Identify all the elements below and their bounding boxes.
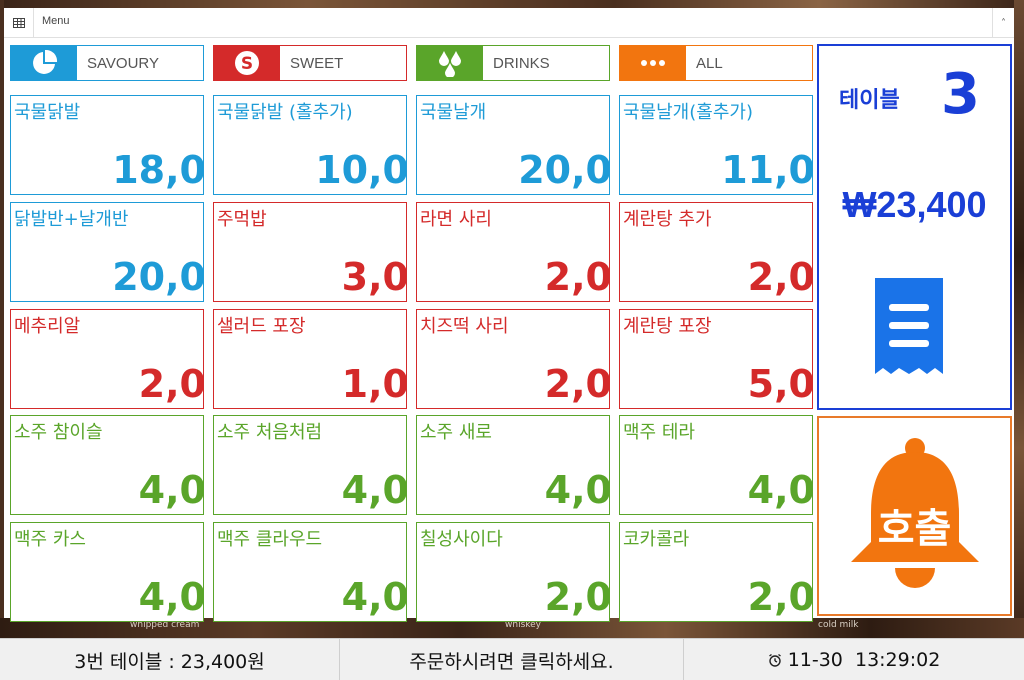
alarm-clock-icon [768, 653, 782, 667]
menu-item-tile[interactable]: 칠성사이다 2,0 [416, 522, 610, 622]
menu-item-name: 국물날개 [420, 102, 487, 123]
menu-item-tile[interactable]: 맥주 카스 4,0 [10, 522, 204, 622]
tab-label: SWEET [290, 54, 344, 72]
menu-item-price: 10,0 [315, 148, 407, 192]
menu-item-tile[interactable]: 닭발반+날개반 20,0 [10, 202, 204, 302]
droplets-icon [417, 46, 483, 80]
menu-item-tile[interactable]: 계란탕 추가 2,0 [619, 202, 813, 302]
menu-item-price: 4,0 [747, 468, 813, 512]
menu-item-name: 소주 참이슬 [14, 422, 103, 443]
menu-item-tile[interactable]: 국물닭발 18,0 [10, 95, 204, 195]
svg-text:S: S [241, 54, 253, 74]
menu-item-price: 4,0 [138, 575, 204, 619]
menu-window: Menu ˄ SAVOURY S SWEET DRINKS ALL 국물닭발 1… [4, 8, 1014, 622]
menu-item-name: 치즈떡 사리 [420, 316, 509, 337]
menu-item-price: 11,0 [721, 148, 813, 192]
menu-item-price: 2,0 [544, 255, 610, 299]
tab-savoury[interactable]: SAVOURY [10, 45, 204, 81]
menu-item-name: 계란탕 포장 [623, 316, 712, 337]
menu-item-name: 코카콜라 [623, 529, 690, 550]
menu-item-price: 2,0 [544, 575, 610, 619]
menu-item-tile[interactable]: 주먹밥 3,0 [213, 202, 407, 302]
menu-item-name: 주먹밥 [217, 209, 267, 230]
tab-label: DRINKS [493, 54, 550, 72]
more-dots-icon [620, 46, 686, 80]
menu-item-name: 칠성사이다 [420, 529, 503, 550]
menu-item-price: 18,0 [112, 148, 204, 192]
menu-item-name: 맥주 클라우드 [217, 529, 323, 550]
menu-item-tile[interactable]: 소주 처음처럼 4,0 [213, 415, 407, 515]
tab-all[interactable]: ALL [619, 45, 813, 81]
menu-item-tile[interactable]: 맥주 테라 4,0 [619, 415, 813, 515]
table-label: 테이블 [839, 88, 900, 113]
status-table-summary: 3번 테이블 : 23,400원 [0, 639, 340, 680]
menu-item-price: 4,0 [341, 468, 407, 512]
menu-item-tile[interactable]: 메추리알 2,0 [10, 309, 204, 409]
menu-item-tile[interactable]: 코카콜라 2,0 [619, 522, 813, 622]
status-datetime: 11-30 13:29:02 [684, 639, 1024, 680]
tab-sweet[interactable]: S SWEET [213, 45, 407, 81]
window-title: Menu [42, 15, 70, 27]
status-bar: 3번 테이블 : 23,400원 주문하시려면 클릭하세요. 11-30 13:… [0, 638, 1024, 680]
menu-item-name: 맥주 카스 [14, 529, 86, 550]
menu-item-price: 20,0 [112, 255, 204, 299]
menu-item-name: 라면 사리 [420, 209, 492, 230]
menu-item-name: 국물닭발 (홀추가) [217, 102, 353, 123]
menu-item-name: 소주 처음처럼 [217, 422, 323, 443]
menu-item-price: 4,0 [544, 468, 610, 512]
menu-item-tile[interactable]: 소주 참이슬 4,0 [10, 415, 204, 515]
status-order-prompt[interactable]: 주문하시려면 클릭하세요. [340, 639, 684, 680]
pie-chart-icon [11, 46, 77, 80]
skype-icon: S [214, 46, 280, 80]
menu-item-name: 국물닭발 [14, 102, 81, 123]
title-bar: Menu ˄ [4, 8, 1014, 38]
menu-item-name: 소주 새로 [420, 422, 492, 443]
tab-label: SAVOURY [87, 54, 159, 72]
menu-item-tile[interactable]: 치즈떡 사리 2,0 [416, 309, 610, 409]
tab-label: ALL [696, 54, 723, 72]
menu-item-price: 5,0 [747, 362, 813, 406]
menu-item-tile[interactable]: 샐러드 포장 1,0 [213, 309, 407, 409]
datetime-text: 11-30 13:29:02 [787, 649, 941, 671]
menu-item-name: 메추리알 [14, 316, 81, 337]
menu-item-tile[interactable]: 국물날개(홀추가) 11,0 [619, 95, 813, 195]
menu-item-name: 샐러드 포장 [217, 316, 306, 337]
menu-item-price: 2,0 [544, 362, 610, 406]
background-top [0, 0, 1024, 8]
call-staff-panel[interactable]: 호출 [817, 416, 1012, 616]
menu-item-price: 4,0 [341, 575, 407, 619]
background-right [1014, 0, 1024, 640]
table-number: 3 [941, 62, 980, 127]
menu-item-price: 2,0 [138, 362, 204, 406]
menu-item-price: 1,0 [341, 362, 407, 406]
menu-item-tile[interactable]: 소주 새로 4,0 [416, 415, 610, 515]
menu-item-price: 4,0 [138, 468, 204, 512]
menu-item-tile[interactable]: 라면 사리 2,0 [416, 202, 610, 302]
menu-item-tile[interactable]: 국물날개 20,0 [416, 95, 610, 195]
menu-item-name: 국물날개(홀추가) [623, 102, 753, 123]
menu-item-tile[interactable]: 계란탕 포장 5,0 [619, 309, 813, 409]
collapse-chevron-up-icon[interactable]: ˄ [992, 8, 1014, 38]
table-panel[interactable]: 테이블 3 ₩23,400 [817, 44, 1012, 410]
menu-item-name: 닭발반+날개반 [14, 209, 129, 230]
menu-item-name: 맥주 테라 [623, 422, 695, 443]
call-label: 호출 [877, 506, 952, 552]
menu-item-name: 계란탕 추가 [623, 209, 712, 230]
app-grid-icon[interactable] [4, 8, 34, 38]
menu-item-price: 20,0 [518, 148, 610, 192]
menu-item-price: 2,0 [747, 575, 813, 619]
menu-item-price: 2,0 [747, 255, 813, 299]
receipt-icon[interactable] [869, 274, 949, 388]
table-total: ₩23,400 [842, 184, 987, 225]
background-text-right: cold milk [818, 620, 859, 630]
menu-item-tile[interactable]: 맥주 클라우드 4,0 [213, 522, 407, 622]
menu-item-price: 3,0 [341, 255, 407, 299]
tab-drinks[interactable]: DRINKS [416, 45, 610, 81]
menu-item-tile[interactable]: 국물닭발 (홀추가) 10,0 [213, 95, 407, 195]
